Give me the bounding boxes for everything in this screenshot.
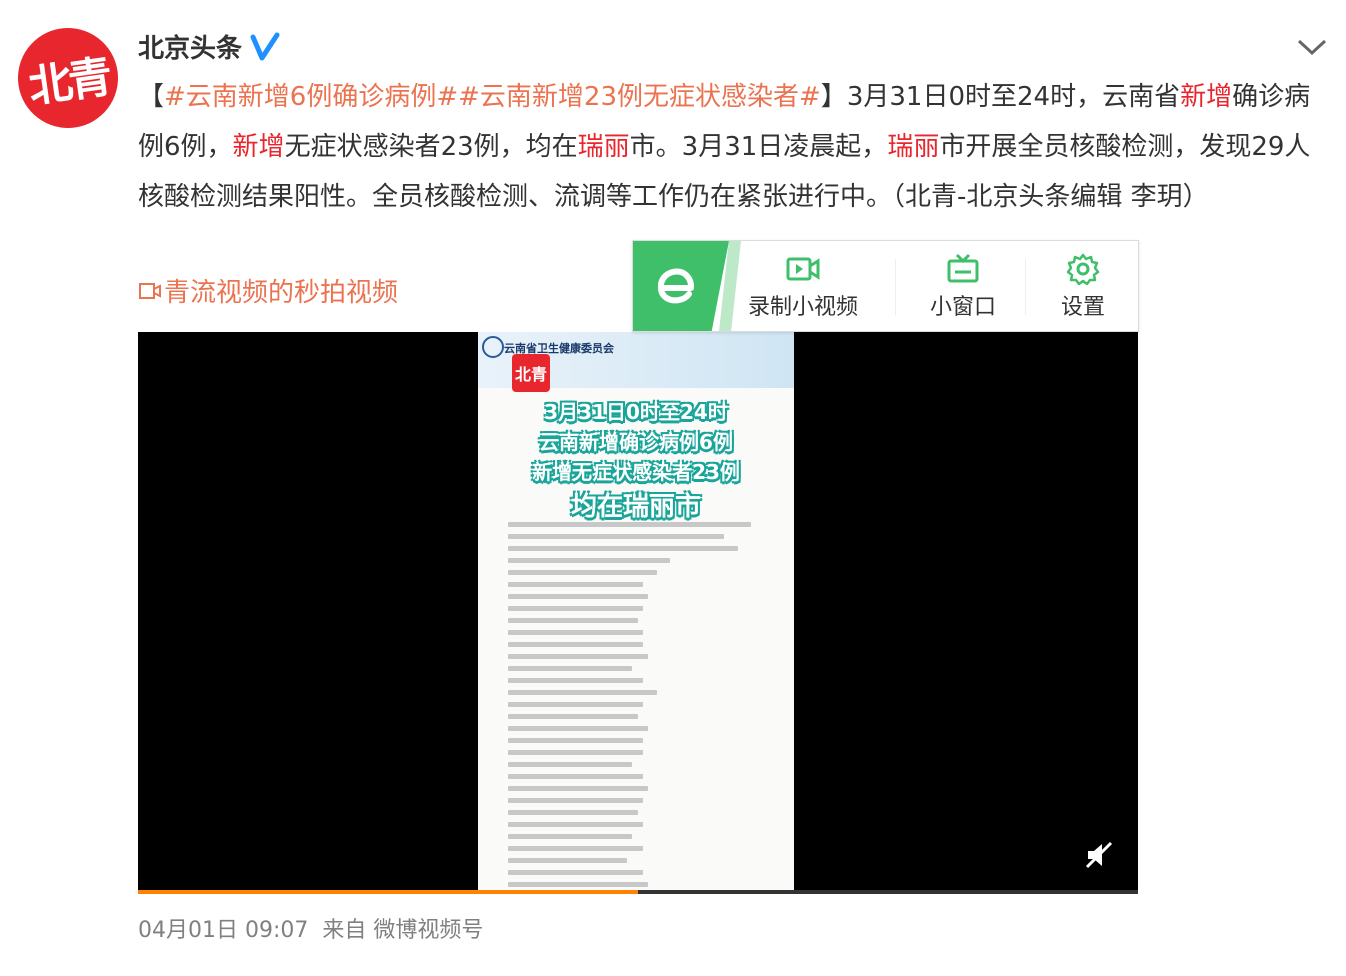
document-line [508, 738, 643, 743]
document-line [508, 678, 643, 683]
source-link[interactable]: 微博视频号 [373, 918, 483, 943]
video-overlay-line: 均在瑞丽市 [570, 492, 701, 522]
document-line [508, 798, 643, 803]
bracket-close: 】 [820, 82, 847, 112]
document-line [508, 870, 643, 875]
highlight-keyword: 瑞丽 [577, 132, 630, 162]
emblem-icon [482, 336, 504, 358]
gear-icon [1066, 253, 1100, 285]
document-line [508, 846, 643, 851]
mute-icon[interactable] [1084, 840, 1114, 870]
settings-button[interactable]: 设置 [1033, 253, 1133, 323]
video-frame: 云南省卫生健康委员会 北青 3月31日0时至24时 云南新增确诊病例6例 新增无… [478, 332, 794, 890]
document-line [508, 534, 724, 539]
document-line [508, 570, 657, 575]
document-line [508, 558, 670, 563]
bracket-open: 【 [138, 82, 165, 112]
video-overlay-line: 新增无症状感染者23例 [532, 460, 740, 484]
video-link-label[interactable]: 青流视频的秒拍视频 [164, 272, 398, 309]
video-player[interactable]: 云南省卫生健康委员会 北青 3月31日0时至24时 云南新增确诊病例6例 新增无… [138, 332, 1138, 894]
document-line [508, 630, 643, 635]
video-overlay-line: 3月31日0时至24时 [544, 400, 728, 424]
document-line [508, 762, 633, 767]
hashtag-link-2[interactable]: #云南新增23例无症状感染者# [458, 82, 821, 112]
document-line [508, 666, 633, 671]
document-line [508, 582, 643, 587]
video-link-icon [139, 282, 161, 299]
post-text-seg4: 市。3月31日凌晨起， [629, 132, 888, 162]
document-line [508, 690, 657, 695]
video-progress-bar[interactable] [138, 890, 1138, 894]
video-watermark-logo: 北青 [512, 354, 550, 392]
document-line [508, 618, 638, 623]
chevron-down-icon[interactable] [1296, 36, 1328, 58]
document-line [508, 606, 643, 611]
highlight-keyword: 瑞丽 [887, 132, 940, 162]
document-line [508, 702, 643, 707]
mini-window-button[interactable]: 小窗口 [913, 253, 1013, 323]
video-overlay-line: 云南新增确诊病例6例 [539, 430, 733, 454]
video-link[interactable]: 青流视频的秒拍视频 [138, 272, 398, 309]
document-line [508, 774, 643, 779]
post-text-seg1: 3月31日0时至24时，云南省 [846, 82, 1181, 112]
floating-video-toolbar: 录制小视频 小窗口 设置 [632, 240, 1139, 332]
document-line [508, 882, 649, 887]
document-line [508, 654, 649, 659]
document-line [508, 822, 643, 827]
source-prefix: 来自 [322, 918, 367, 943]
highlight-keyword: 新增 [1180, 82, 1233, 112]
username[interactable]: 北京头条 [138, 28, 280, 65]
document-line [508, 810, 638, 815]
video-camera-icon [786, 257, 820, 281]
tv-icon [947, 253, 979, 283]
document-line [508, 834, 633, 839]
document-line [508, 750, 643, 755]
document-line [508, 522, 751, 527]
record-video-button[interactable]: 录制小视频 [743, 253, 863, 323]
post-text: 【#云南新增6例确诊病例##云南新增23例无症状感染者#】3月31日0时至24时… [138, 72, 1334, 222]
video-logo-text: 北青 [514, 365, 547, 384]
document-line [508, 726, 649, 731]
verified-icon [250, 32, 280, 60]
avatar-text: 北青 [25, 51, 112, 114]
settings-label: 设置 [1060, 295, 1105, 320]
mini-window-label: 小窗口 [929, 295, 996, 320]
hashtag-link-1[interactable]: #云南新增6例确诊病例# [164, 82, 458, 112]
document-line [508, 642, 643, 647]
document-line [508, 546, 738, 551]
document-line [508, 594, 649, 599]
document-line [508, 786, 649, 791]
toolbar-divider [1025, 259, 1026, 315]
document-line [508, 858, 627, 863]
browser-logo [633, 241, 729, 331]
avatar[interactable]: 北青 [11, 21, 125, 135]
toolbar-divider [895, 259, 896, 315]
username-text[interactable]: 北京头条 [138, 28, 242, 65]
highlight-keyword: 新增 [232, 132, 285, 162]
post-meta: 04月01日 09:07 来自 微博视频号 [138, 912, 483, 944]
video-document-lines [508, 522, 778, 890]
browser-e-icon [657, 268, 694, 304]
record-video-label: 录制小视频 [747, 295, 858, 320]
post-text-seg3: 无症状感染者23例，均在 [284, 132, 578, 162]
post-timestamp[interactable]: 04月01日 09:07 [138, 912, 308, 944]
video-progress-fill [138, 890, 638, 894]
weibo-post: 北青 北京头条 【#云南新增6例确诊病例##云南新增23例无症状感染者#】3月3… [0, 0, 1346, 976]
document-line [508, 714, 638, 719]
